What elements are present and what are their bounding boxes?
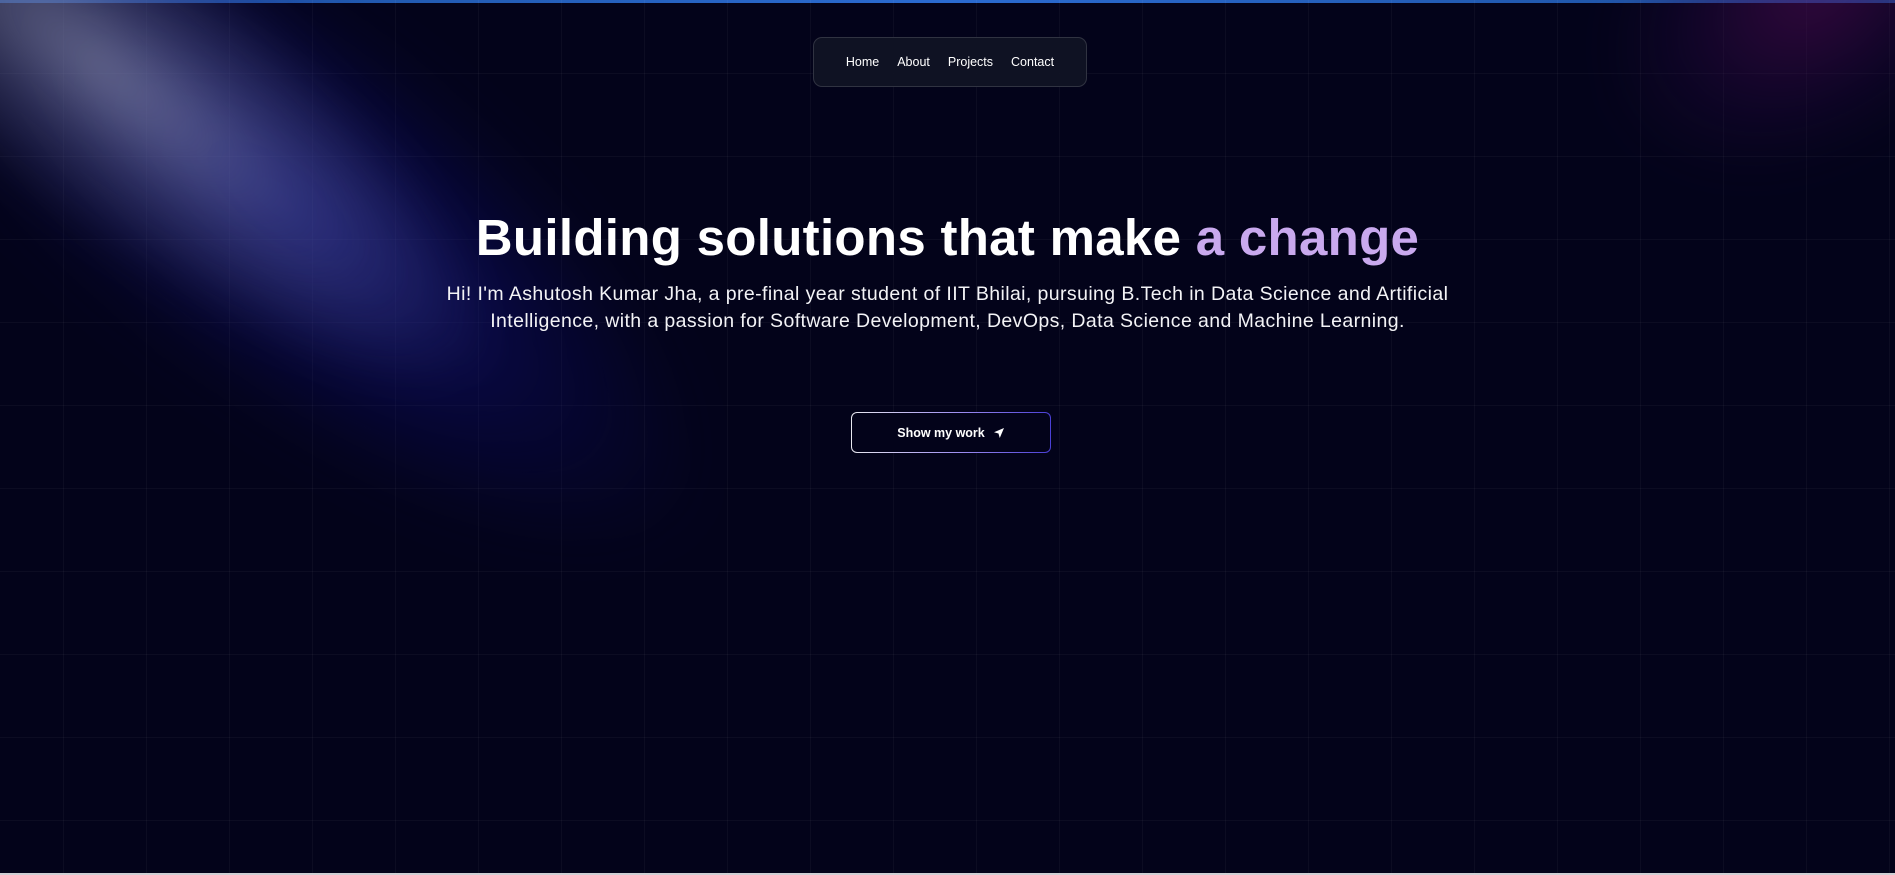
nav-link-projects[interactable]: Projects	[948, 55, 993, 69]
floating-navbar: Home About Projects Contact	[813, 37, 1087, 87]
cta-label: Show my work	[897, 425, 985, 440]
hero-headline: Building solutions that make a change	[0, 205, 1895, 271]
page: Home About Projects Contact Building sol…	[0, 0, 1895, 875]
hero-section: Building solutions that make a change Hi…	[0, 205, 1895, 335]
nav-link-home[interactable]: Home	[846, 55, 879, 69]
nav-link-about[interactable]: About	[897, 55, 930, 69]
hero-subtitle: Hi! I'm Ashutosh Kumar Jha, a pre-final …	[446, 283, 1449, 332]
show-my-work-button[interactable]: Show my work	[851, 412, 1051, 453]
headline-main: Building solutions that make	[475, 209, 1196, 266]
send-icon	[993, 427, 1005, 439]
nav-link-contact[interactable]: Contact	[1011, 55, 1054, 69]
headline-accent: a change	[1195, 209, 1420, 266]
